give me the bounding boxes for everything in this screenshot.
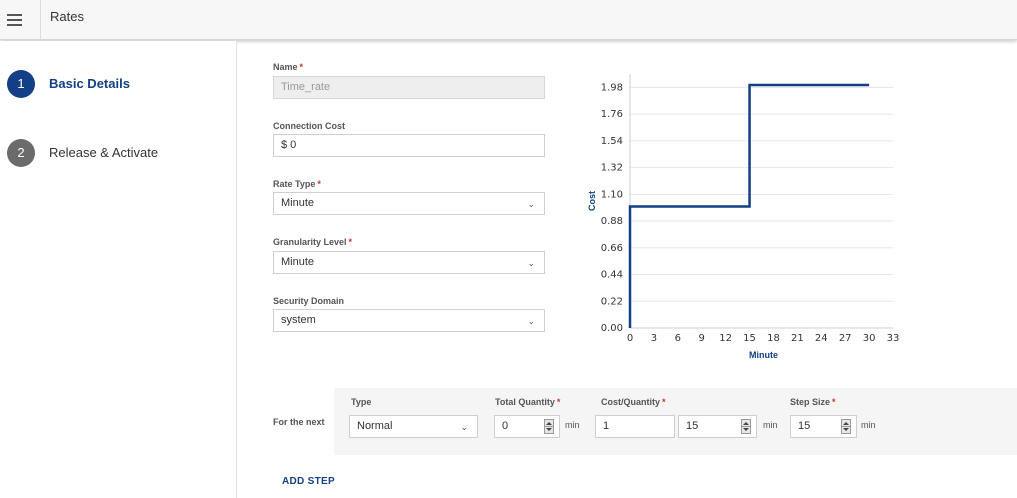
type-select[interactable]: Normal ⌄ [349,415,478,438]
stepper-icon[interactable] [544,419,554,434]
x-tick-label: 33 [887,333,900,344]
cost-per-quantity-label: Cost/Quantity * [601,397,666,407]
y-tick-label: 1.32 [601,163,623,174]
step-label: Basic Details [49,76,130,91]
step-size-input[interactable]: 15 [790,415,857,438]
name-field[interactable]: Time_rate [273,76,545,99]
step-size-value: 15 [798,420,811,432]
security-domain-label: Security Domain [273,296,345,306]
granularity-level-label: Granularity Level * [273,237,353,247]
x-axis-title: Minute [749,350,778,360]
step-number-badge: 1 [7,70,35,98]
x-tick-label: 3 [651,333,657,344]
y-tick-label: 0.88 [601,216,623,227]
total-quantity-value: 0 [502,420,509,432]
x-tick-label: 15 [743,333,756,344]
name-label: Name * [273,62,304,72]
y-tick-label: 0.22 [601,296,623,307]
stepper-icon[interactable] [841,419,851,434]
x-tick-label: 9 [699,333,705,344]
y-tick-label: 1.10 [601,189,623,200]
quantity-input[interactable]: 15 [678,415,757,438]
y-tick-label: 0.44 [601,270,623,281]
y-tick-label: 1.98 [601,82,623,93]
type-label: Type [351,397,372,407]
x-tick-label: 30 [863,333,876,344]
y-axis-title: Cost [587,191,597,211]
granularity-level-select[interactable]: Minute ⌄ [273,251,545,274]
x-tick-label: 12 [719,333,732,344]
x-tick-label: 24 [815,333,828,344]
type-value: Normal [357,420,393,432]
x-tick-label: 0 [627,333,633,344]
y-tick-label: 0.66 [601,243,623,254]
total-quantity-unit: min [565,420,580,430]
wizard-sidebar: 1 Basic Details 2 Release & Activate [0,41,237,498]
top-bar: Rates [0,0,1017,40]
for-the-next-label: For the next [273,417,325,427]
total-quantity-label: Total Quantity * [495,397,561,407]
chevron-down-icon: ⌄ [527,258,535,268]
cost-step-line [628,83,870,328]
y-tick-label: 1.76 [601,109,623,120]
x-tick-label: 27 [839,333,852,344]
add-step-button[interactable]: ADD STEP [282,476,335,487]
x-tick-label: 21 [791,333,804,344]
rate-type-value: Minute [281,197,315,209]
security-domain-select[interactable]: system ⌄ [273,309,545,332]
y-tick-label: 0.00 [601,323,623,334]
y-tick-label: 1.54 [601,136,623,147]
rate-cost-chart: 0.00 0.22 0.44 0.66 0.88 1.10 1.32 1.54 1.76 1.98… [587,74,900,360]
chevron-down-icon: ⌄ [460,422,468,432]
granularity-level-value: Minute [281,256,315,268]
rate-type-label: Rate Type * [273,179,321,189]
step-number-badge: 2 [7,139,35,167]
hamburger-menu-icon[interactable] [0,0,41,40]
stepper-icon[interactable] [741,419,751,434]
step-label: Release & Activate [49,145,159,160]
step-size-label: Step Size * [790,397,836,407]
x-tick-label: 18 [767,333,780,344]
cost-input[interactable]: 1 [595,415,675,438]
connection-cost-label: Connection Cost [273,121,345,131]
chevron-down-icon: ⌄ [527,199,535,209]
quantity-unit: min [763,420,778,430]
x-tick-label: 6 [675,333,681,344]
total-quantity-input[interactable]: 0 [494,415,560,438]
step-size-unit: min [861,420,876,430]
chevron-down-icon: ⌄ [527,316,535,326]
quantity-value: 15 [686,420,699,432]
rate-type-select[interactable]: Minute ⌄ [273,192,545,215]
page-title: Rates [50,9,84,24]
security-domain-value: system [281,314,316,326]
connection-cost-field[interactable]: $ 0 [273,134,545,157]
